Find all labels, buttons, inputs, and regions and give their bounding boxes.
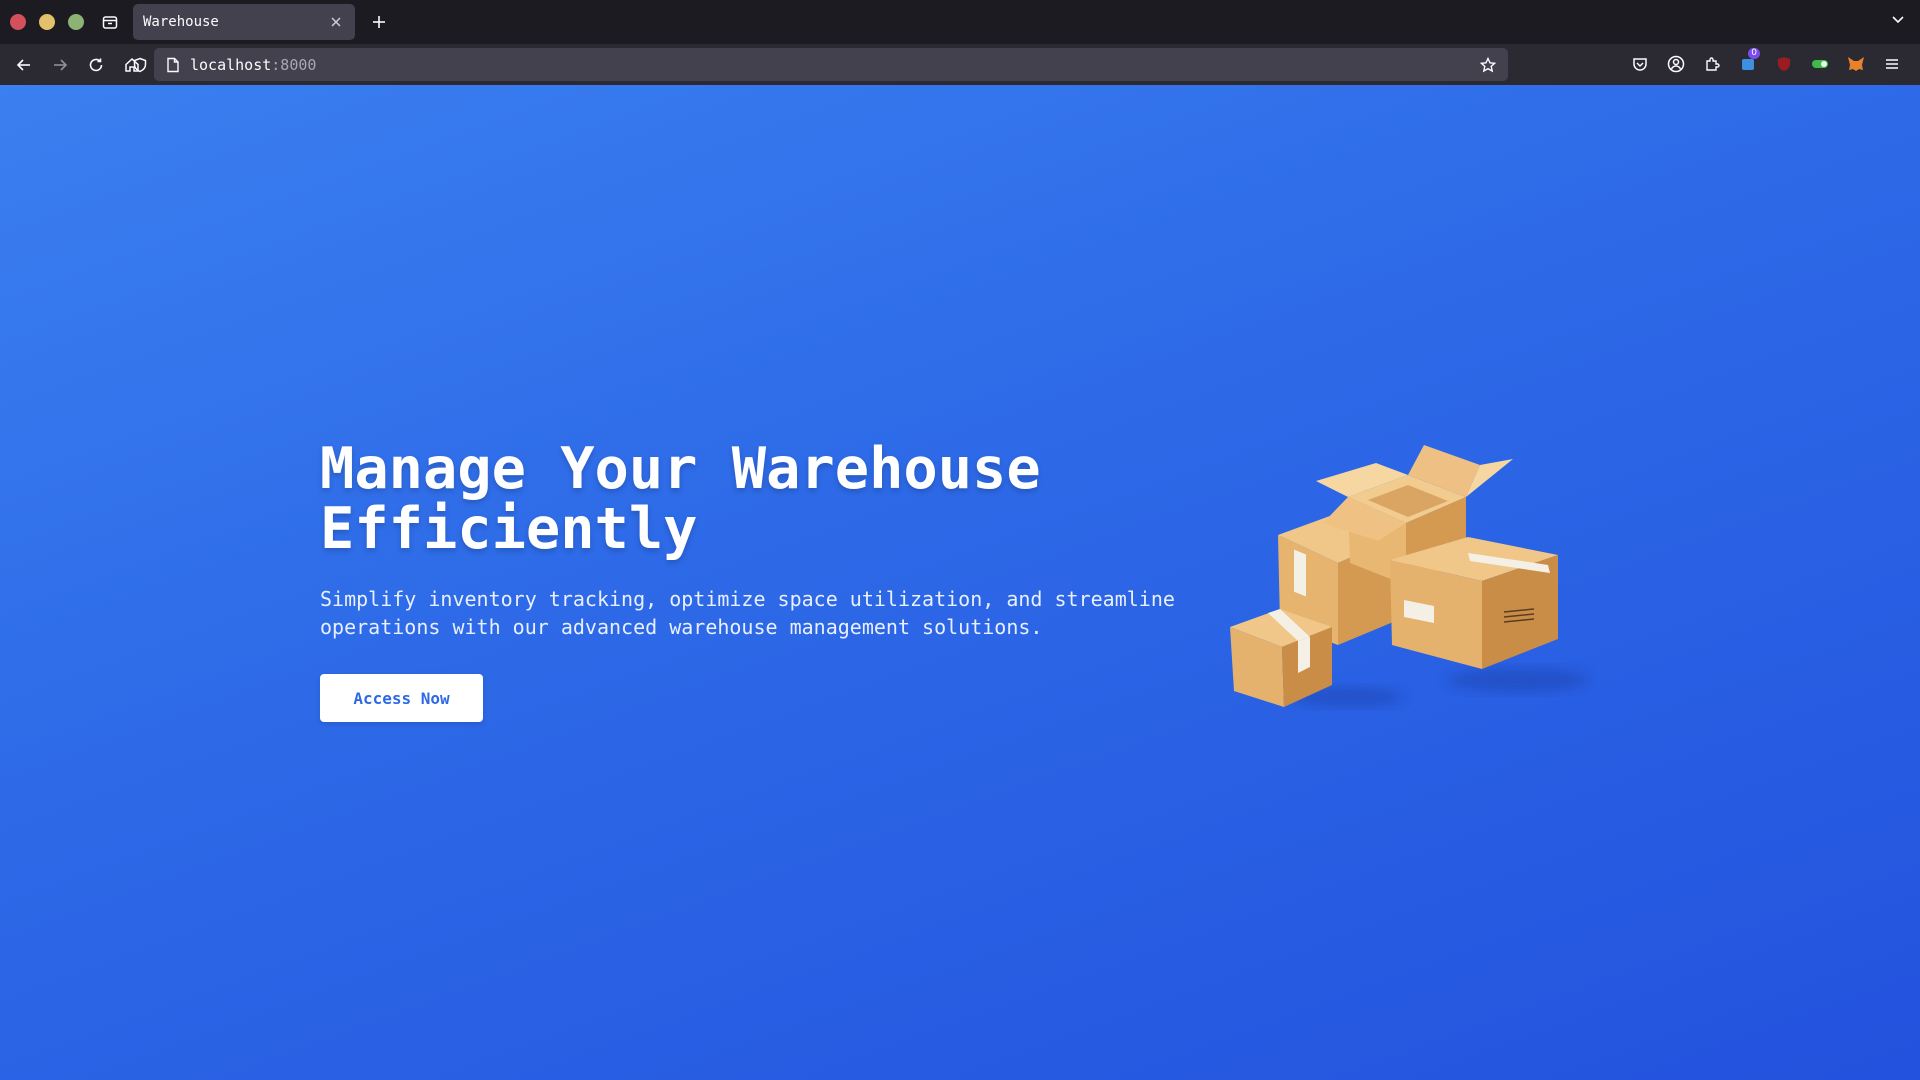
minimize-window-button[interactable] [39,14,55,30]
maximize-window-button[interactable] [68,14,84,30]
hero-subtitle: Simplify inventory tracking, optimize sp… [320,585,1200,641]
ublock-icon[interactable] [1770,50,1798,78]
window-controls [10,14,84,30]
url-bar[interactable]: localhost:8000 [133,48,1508,81]
back-arrow-icon[interactable] [10,51,38,79]
shield-icon[interactable] [132,57,148,73]
pocket-icon[interactable] [1626,50,1654,78]
plus-icon[interactable] [367,10,391,34]
extension-toggle-icon[interactable] [1806,50,1834,78]
url-text[interactable]: localhost:8000 [190,56,316,74]
hero-subtitle-line1: Simplify inventory tracking, optimize sp… [320,587,1175,611]
forward-arrow-icon[interactable] [46,51,74,79]
hero-title-line2: Efficiently [320,496,698,562]
active-tab[interactable]: Warehouse [133,4,355,40]
account-icon[interactable] [1662,50,1690,78]
tab-bar: Warehouse [0,0,1920,44]
close-window-button[interactable] [10,14,26,30]
tab-title: Warehouse [143,14,219,30]
chevron-down-icon[interactable] [1890,11,1906,31]
tab-overview-icon[interactable] [97,9,123,35]
navigation-bar: localhost:8000 0 [0,44,1920,85]
page-icon[interactable] [166,57,180,73]
extensions-icon[interactable] [1698,50,1726,78]
url-port: :8000 [271,55,317,74]
page-content: Manage Your Warehouse Efficiently Simpli… [0,85,1920,1080]
menu-icon[interactable] [1878,50,1906,78]
boxes-illustration [1230,445,1588,707]
extension-blue-icon[interactable]: 0 [1734,48,1762,78]
toolbar-extensions: 0 [1626,48,1906,78]
extension-badge: 0 [1748,48,1760,59]
star-icon[interactable] [1480,56,1496,73]
url-host: localhost [190,55,272,74]
metamask-icon[interactable] [1842,50,1870,78]
hero-subtitle-line2: operations with our advanced warehouse m… [320,615,1043,639]
access-now-button[interactable]: Access Now [320,674,483,722]
hero-title: Manage Your Warehouse Efficiently [320,439,1220,559]
hero-title-line1: Manage Your Warehouse [320,436,1041,502]
reload-icon[interactable] [82,51,110,79]
hero-section: Manage Your Warehouse Efficiently Simpli… [320,439,1220,722]
close-icon[interactable] [327,13,345,31]
